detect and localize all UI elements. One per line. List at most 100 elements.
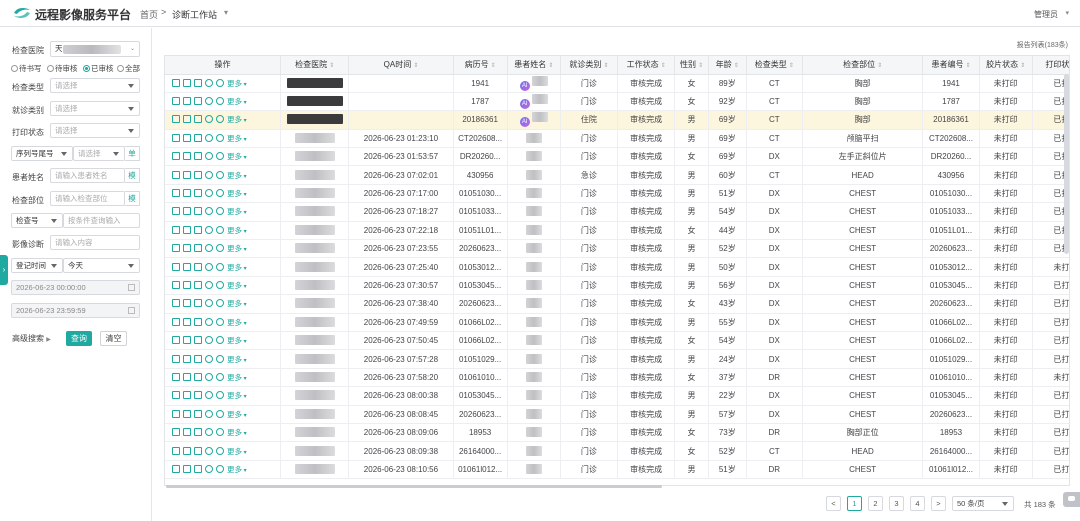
clear-button[interactable]: 清空 [100,331,127,346]
table-row[interactable]: 更多1787AI门诊审核完成女92岁CT胸部1787未打印已打 [165,92,1069,112]
image-view-icon[interactable] [183,280,191,289]
search-icon[interactable] [216,391,224,400]
sort-icon[interactable]: ⇕ [734,63,739,69]
table-row[interactable]: 更多2026-06-23 08:10:5601061l012...门诊审核完成男… [165,460,1069,480]
sort-icon[interactable]: ⇕ [965,63,970,69]
picture-icon[interactable] [194,299,202,308]
vertical-scrollbar[interactable] [1064,74,1069,254]
more-actions-menu[interactable]: 更多 [227,318,247,327]
scan-icon[interactable] [205,428,213,437]
date-start-input[interactable]: 2026-06-23 00:00:00 [11,280,140,295]
image-view-icon[interactable] [183,446,191,455]
sort-icon[interactable]: ⇕ [329,63,334,69]
search-icon[interactable] [216,354,224,363]
report-icon[interactable] [172,97,180,106]
scan-icon[interactable] [205,115,213,124]
column-header[interactable]: 打印状态 [1032,56,1069,75]
more-actions-menu[interactable]: 更多 [227,336,247,345]
fuzzy-match-button[interactable]: 模 [125,191,140,206]
report-icon[interactable] [172,372,180,381]
picture-icon[interactable] [194,409,202,418]
sort-icon[interactable]: ⇕ [877,63,882,69]
table-row[interactable]: 更多2026-06-23 07:30:5701053045...门诊审核完成男5… [165,276,1069,296]
search-icon[interactable] [216,446,224,455]
scan-icon[interactable] [205,372,213,381]
radio-to-write[interactable]: 待书写 [11,63,42,74]
column-header[interactable]: 操作 [165,56,281,75]
sort-icon[interactable]: ⇕ [548,63,553,69]
single-match-button[interactable]: 单 [125,146,140,161]
more-actions-menu[interactable]: 更多 [227,355,247,364]
column-header[interactable]: 就诊类别 ⇕ [560,56,619,75]
table-row[interactable]: 更多2026-06-23 07:38:4020260623...门诊审核完成女4… [165,294,1069,314]
report-icon[interactable] [172,78,180,87]
report-icon[interactable] [172,280,180,289]
column-header[interactable]: 工作状态 ⇕ [617,56,676,75]
more-actions-menu[interactable]: 更多 [227,410,247,419]
scan-icon[interactable] [205,152,213,161]
picture-icon[interactable] [194,391,202,400]
column-header[interactable]: 检查医院 ⇕ [280,56,350,75]
more-actions-menu[interactable]: 更多 [227,226,247,235]
image-view-icon[interactable] [183,207,191,216]
picture-icon[interactable] [194,170,202,179]
column-header[interactable]: 患者姓名 ⇕ [507,56,561,75]
report-icon[interactable] [172,464,180,473]
picture-icon[interactable] [194,428,202,437]
scan-icon[interactable] [205,244,213,253]
search-icon[interactable] [216,262,224,271]
table-row[interactable]: 更多2026-06-23 07:02:01430956急诊审核完成男60岁CTH… [165,165,1069,185]
more-actions-menu[interactable]: 更多 [227,244,247,253]
search-icon[interactable] [216,225,224,234]
image-view-icon[interactable] [183,97,191,106]
search-icon[interactable] [216,336,224,345]
table-row[interactable]: 更多2026-06-23 07:58:2001061010...门诊审核完成女3… [165,368,1069,388]
sort-icon[interactable]: ⇕ [1020,63,1025,69]
table-row[interactable]: 更多2026-06-23 07:17:0001051030...门诊审核完成男5… [165,184,1069,204]
search-icon[interactable] [216,299,224,308]
report-icon[interactable] [172,189,180,198]
report-icon[interactable] [172,391,180,400]
picture-icon[interactable] [194,244,202,253]
scan-icon[interactable] [205,78,213,87]
report-icon[interactable] [172,446,180,455]
column-header[interactable]: 检查类型 ⇕ [746,56,803,75]
column-header[interactable]: 年龄 ⇕ [708,56,747,75]
table-row[interactable]: 更多2026-06-23 07:49:5901066L02...门诊审核完成男5… [165,313,1069,332]
scan-icon[interactable] [205,207,213,216]
image-view-icon[interactable] [183,133,191,142]
user-chevron-down-icon[interactable]: ▾ [1065,9,1069,17]
chat-icon[interactable] [1063,492,1080,507]
picture-icon[interactable] [194,372,202,381]
image-view-icon[interactable] [183,391,191,400]
seq-select[interactable]: 请选择 [73,146,125,161]
scan-icon[interactable] [205,391,213,400]
report-icon[interactable] [172,299,180,308]
report-icon[interactable] [172,336,180,345]
search-icon[interactable] [216,317,224,326]
more-actions-menu[interactable]: 更多 [227,281,247,290]
report-icon[interactable] [172,244,180,253]
more-actions-menu[interactable]: 更多 [227,465,247,474]
breadcrumb-home[interactable]: 首页 [140,8,158,21]
sort-icon[interactable]: ⇕ [698,63,703,69]
column-header[interactable]: 性别 ⇕ [674,56,709,75]
report-icon[interactable] [172,152,180,161]
table-row[interactable]: 更多2026-06-23 08:09:3826164000...门诊审核完成女5… [165,441,1069,461]
search-icon[interactable] [216,244,224,253]
more-actions-menu[interactable]: 更多 [227,79,247,88]
patient-name-input[interactable]: 请输入患者姓名 [50,168,125,183]
picture-icon[interactable] [194,280,202,289]
report-icon[interactable] [172,225,180,234]
scan-icon[interactable] [205,336,213,345]
more-actions-menu[interactable]: 更多 [227,115,247,124]
search-icon[interactable] [216,189,224,198]
scan-icon[interactable] [205,262,213,271]
reg-time-type-select[interactable]: 登记时间 [11,258,63,273]
user-menu[interactable]: 管理员 [1034,9,1058,20]
exam-part-input[interactable]: 请输入检查部位 [50,191,125,206]
report-icon[interactable] [172,170,180,179]
search-icon[interactable] [216,78,224,87]
image-view-icon[interactable] [183,170,191,179]
print-status-select[interactable]: 请选择 [50,123,140,138]
